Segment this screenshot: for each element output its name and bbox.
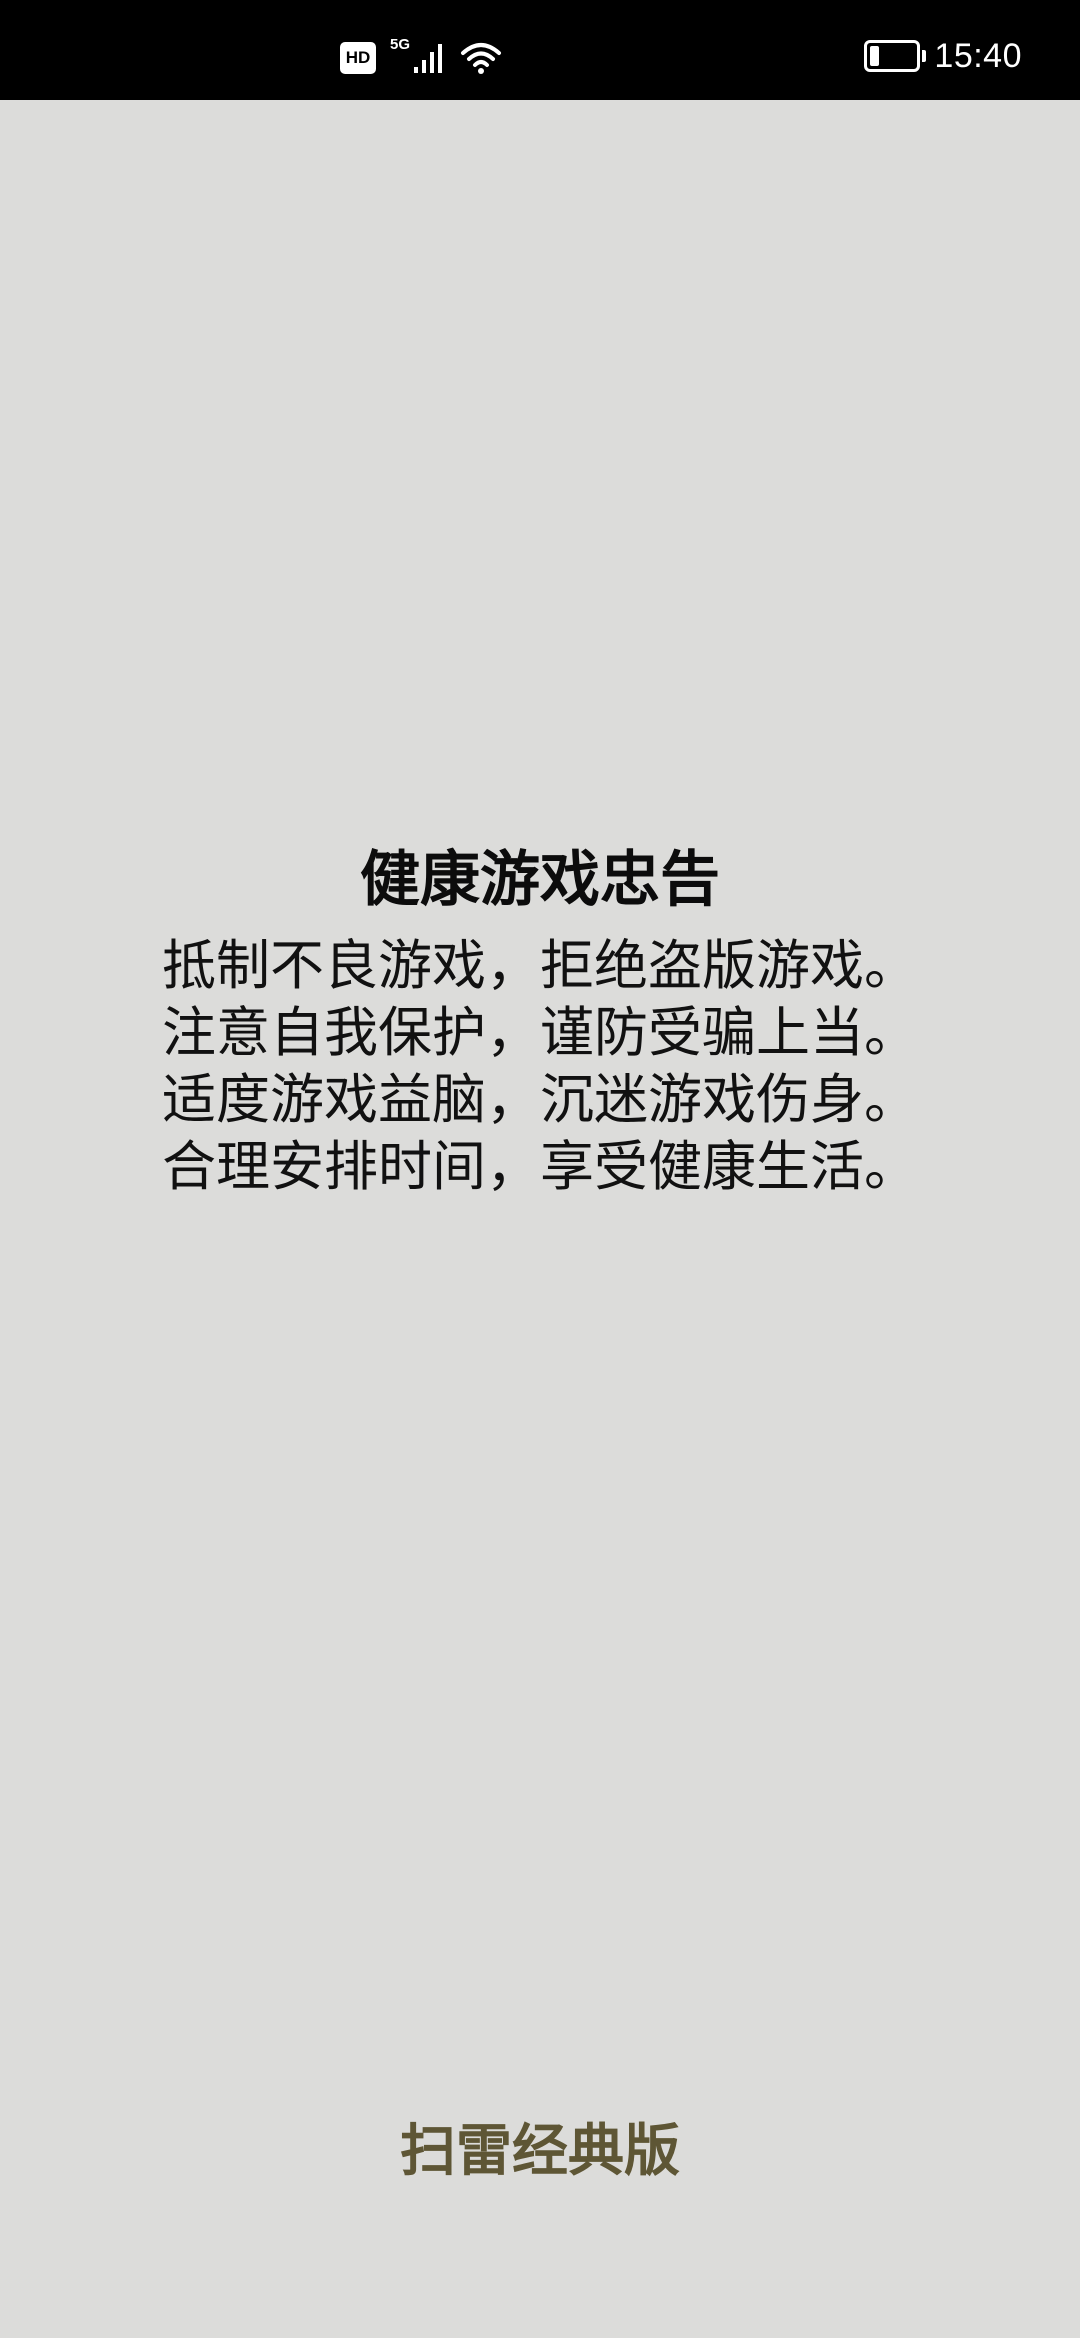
network-type-label: 5G [390, 35, 411, 53]
battery-level [870, 46, 880, 66]
hd-icon: HD [340, 42, 376, 74]
notice-line: 抵制不良游戏，拒绝盗版游戏。 [162, 934, 918, 997]
wifi-icon [461, 43, 502, 74]
battery-icon [864, 40, 927, 72]
clock: 15:40 [934, 36, 1022, 75]
notice-line: 注意自我保护，谨防受骗上当。 [162, 1001, 918, 1064]
app-name: 扫雷经典版 [400, 2119, 680, 2184]
status-icons: HD 5G [340, 36, 502, 80]
signal-icon [414, 44, 443, 73]
status-right: 15:40 [864, 34, 1022, 78]
notice-title: 健康游戏忠告 [360, 845, 720, 915]
notice-line: 合理安排时间，享受健康生活。 [162, 1135, 918, 1198]
notice-line: 适度游戏益脑，沉迷游戏伤身。 [162, 1068, 918, 1131]
notice-body: 抵制不良游戏，拒绝盗版游戏。 注意自我保护，谨防受骗上当。 适度游戏益脑，沉迷游… [0, 932, 1080, 1200]
health-notice: 健康游戏忠告 抵制不良游戏，拒绝盗版游戏。 注意自我保护，谨防受骗上当。 适度游… [0, 840, 1080, 1200]
status-bar: HD 5G 15:40 [0, 0, 1080, 100]
